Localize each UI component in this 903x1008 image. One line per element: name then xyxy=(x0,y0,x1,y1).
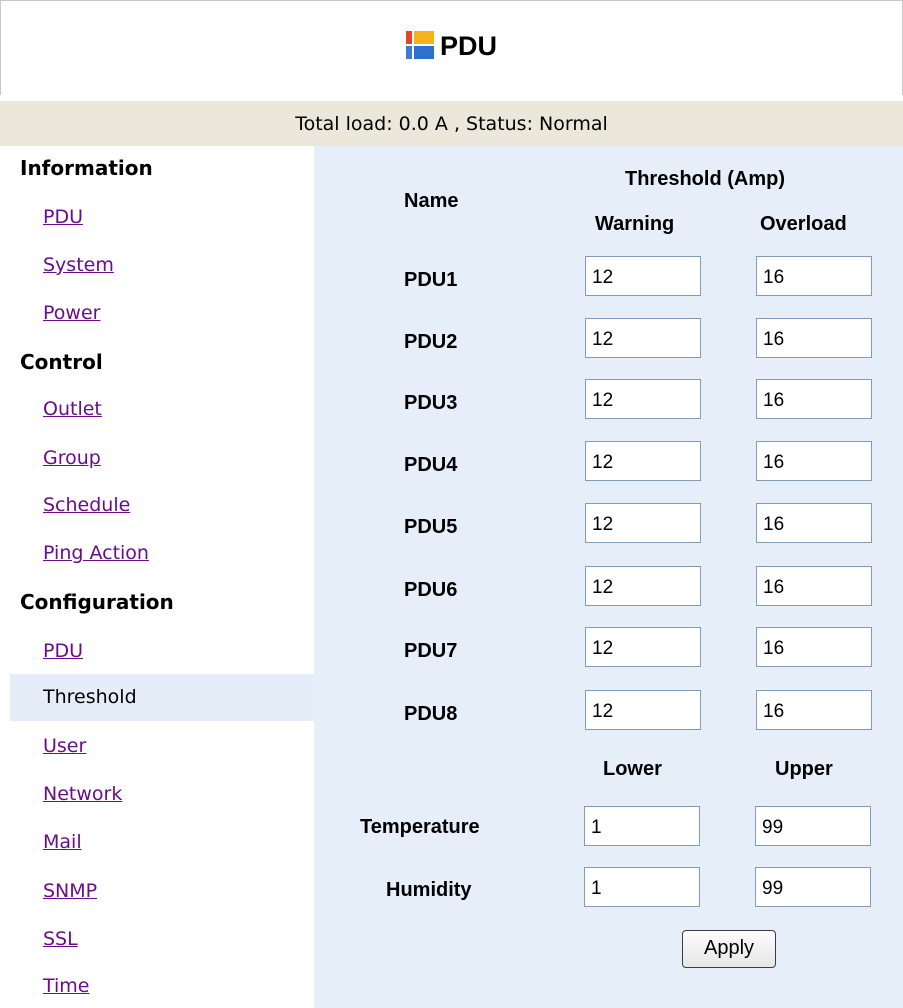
temperature-upper-input[interactable] xyxy=(755,806,871,846)
pdu-row-name: PDU5 xyxy=(404,516,458,538)
sidebar-item-snmp[interactable]: SNMP xyxy=(43,880,97,902)
sensor-row-name: Humidity xyxy=(386,879,472,901)
pdu6-warning-input[interactable] xyxy=(585,566,701,606)
pdu-row-name: PDU2 xyxy=(404,331,458,353)
sidebar-item-network[interactable]: Network xyxy=(43,783,122,805)
windows-tile-logo-icon xyxy=(405,31,434,59)
pdu7-overload-input[interactable] xyxy=(756,627,872,667)
pdu1-overload-input[interactable] xyxy=(756,256,872,296)
pdu8-warning-input[interactable] xyxy=(585,690,701,730)
pdu-row-name: PDU3 xyxy=(404,392,458,414)
sidebar-item-user[interactable]: User xyxy=(43,735,86,757)
sidebar-item-power[interactable]: Power xyxy=(43,302,100,324)
sidebar-item-mail[interactable]: Mail xyxy=(43,831,82,853)
apply-button[interactable]: Apply xyxy=(682,930,776,968)
sidebar-item-ssl[interactable]: SSL xyxy=(43,928,78,950)
status-bar: Total load: 0.0 A , Status: Normal xyxy=(0,101,903,146)
pdu4-overload-input[interactable] xyxy=(756,441,872,481)
threshold-column-header: Threshold (Amp) xyxy=(625,168,785,190)
pdu-row-name: PDU8 xyxy=(404,703,458,725)
pdu7-warning-input[interactable] xyxy=(585,627,701,667)
pdu-row-name: PDU4 xyxy=(404,454,458,476)
pdu5-overload-input[interactable] xyxy=(756,503,872,543)
pdu1-warning-input[interactable] xyxy=(585,256,701,296)
page-header: PDU xyxy=(0,0,903,95)
sidebar-item-config-pdu[interactable]: PDU xyxy=(43,640,83,662)
lower-column-header: Lower xyxy=(603,758,662,780)
temperature-lower-input[interactable] xyxy=(584,806,700,846)
pdu5-warning-input[interactable] xyxy=(585,503,701,543)
sidebar-item-info-pdu[interactable]: PDU xyxy=(43,206,83,228)
threshold-form: Name Threshold (Amp) Warning Overload PD… xyxy=(314,146,903,1008)
sensor-row-name: Temperature xyxy=(360,816,480,838)
humidity-lower-input[interactable] xyxy=(584,867,700,907)
pdu-row-name: PDU1 xyxy=(404,269,458,291)
pdu-row-name: PDU7 xyxy=(404,640,458,662)
pdu8-overload-input[interactable] xyxy=(756,690,872,730)
pdu3-overload-input[interactable] xyxy=(756,379,872,419)
warning-column-header: Warning xyxy=(595,213,675,235)
sidebar-item-time[interactable]: Time xyxy=(43,975,90,997)
sidebar-item-ping-action[interactable]: Ping Action xyxy=(43,542,149,564)
sidebar-item-group[interactable]: Group xyxy=(43,447,101,469)
name-column-header: Name xyxy=(404,190,459,212)
sidebar-section-control: Control xyxy=(20,350,103,374)
sidebar-item-schedule[interactable]: Schedule xyxy=(43,494,130,516)
pdu2-warning-input[interactable] xyxy=(585,318,701,358)
sidebar-section-information: Information xyxy=(20,156,153,180)
pdu3-warning-input[interactable] xyxy=(585,379,701,419)
status-text: Total load: 0.0 A , Status: Normal xyxy=(295,112,608,135)
sidebar-section-configuration: Configuration xyxy=(20,590,174,614)
sidebar-item-system[interactable]: System xyxy=(43,254,114,276)
sidebar-item-outlet[interactable]: Outlet xyxy=(43,398,102,420)
pdu2-overload-input[interactable] xyxy=(756,318,872,358)
pdu-row-name: PDU6 xyxy=(404,579,458,601)
pdu6-overload-input[interactable] xyxy=(756,566,872,606)
humidity-upper-input[interactable] xyxy=(755,867,871,907)
upper-column-header: Upper xyxy=(775,758,833,780)
overload-column-header: Overload xyxy=(760,213,847,235)
sidebar-item-label: Threshold xyxy=(43,686,137,708)
page-title: PDU xyxy=(439,30,497,61)
pdu4-warning-input[interactable] xyxy=(585,441,701,481)
sidebar-item-threshold[interactable]: Threshold xyxy=(10,674,314,721)
sidebar: Information PDU System Power Control Out… xyxy=(0,146,314,1008)
